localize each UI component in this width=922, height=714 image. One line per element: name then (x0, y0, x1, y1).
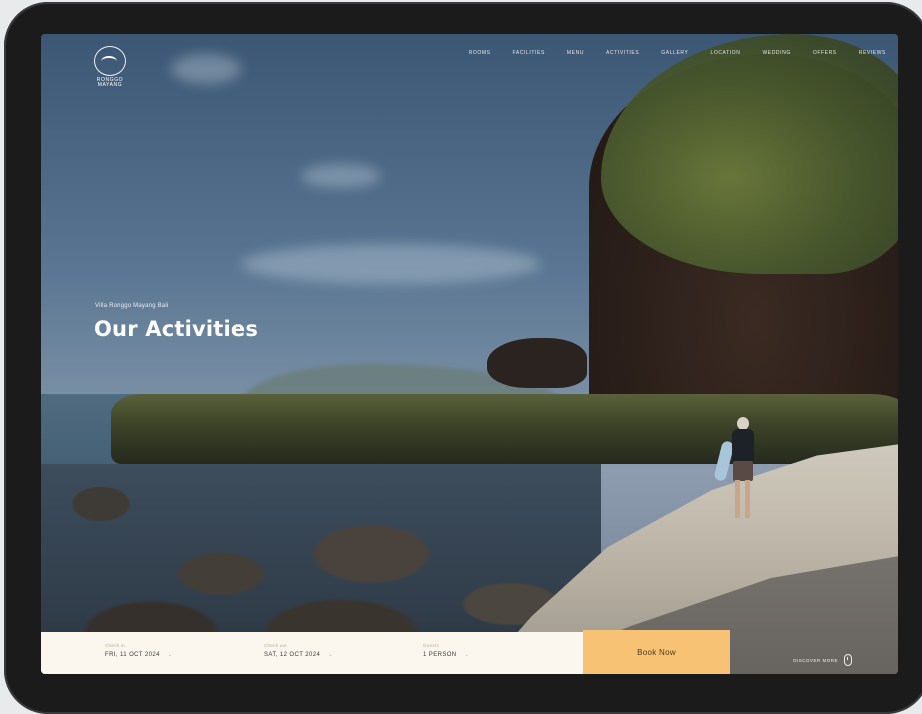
page-title: Our Activities (94, 317, 259, 341)
main-nav: ROOMS FACILITIES MENU ACTIVITIES GALLERY… (469, 50, 886, 56)
mouse-scroll-icon (844, 654, 852, 666)
wave-icon (94, 46, 126, 76)
checkin-label: Check in (105, 643, 125, 648)
booking-bar: Check in FRI, 11 OCT 2024 ⌄ Check out SA… (41, 632, 583, 674)
nav-item-wedding[interactable]: WEDDING (762, 50, 790, 56)
logo-text: RONGGO MAYANG (96, 77, 124, 88)
chevron-down-icon: ⌄ (167, 652, 173, 658)
hero-eyebrow: Villa Ronggo Mayang Bali (95, 303, 169, 309)
chevron-down-icon: ⌄ (464, 652, 470, 658)
tablet-frame: RONGGO MAYANG ROOMS FACILITIES MENU ACTI… (4, 2, 922, 714)
nav-item-activities[interactable]: ACTIVITIES (606, 50, 639, 56)
nav-item-reviews[interactable]: REVIEWS (859, 50, 886, 56)
nav-item-facilities[interactable]: FACILITIES (513, 50, 545, 56)
hero-screen: RONGGO MAYANG ROOMS FACILITIES MENU ACTI… (41, 34, 898, 674)
book-now-button[interactable]: Book Now (583, 630, 730, 674)
surfer-figure (713, 417, 764, 527)
discover-more-label: DISCOVER MORE (793, 657, 838, 663)
nav-item-rooms[interactable]: ROOMS (469, 50, 491, 56)
checkout-field[interactable]: Check out SAT, 12 OCT 2024 ⌄ (264, 643, 333, 658)
hero-background-photo (41, 34, 898, 674)
discover-more-link[interactable]: DISCOVER MORE (793, 654, 852, 666)
guests-label: Guests (423, 643, 440, 648)
nav-item-gallery[interactable]: GALLERY (661, 50, 688, 56)
chevron-down-icon: ⌄ (328, 652, 333, 658)
nav-item-offers[interactable]: OFFERS (813, 50, 837, 56)
nav-item-menu[interactable]: MENU (567, 50, 584, 56)
checkout-value: SAT, 12 OCT 2024 (264, 652, 321, 658)
brand-logo[interactable]: RONGGO MAYANG (91, 46, 129, 88)
checkin-value: FRI, 11 OCT 2024 (105, 652, 160, 658)
checkin-field[interactable]: Check in FRI, 11 OCT 2024 ⌄ (105, 643, 173, 658)
checkout-label: Check out (264, 643, 287, 648)
guests-field[interactable]: Guests 1 PERSON ⌄ (423, 643, 469, 658)
guests-value: 1 PERSON (423, 652, 457, 658)
nav-item-location[interactable]: LOCATION (710, 50, 740, 56)
